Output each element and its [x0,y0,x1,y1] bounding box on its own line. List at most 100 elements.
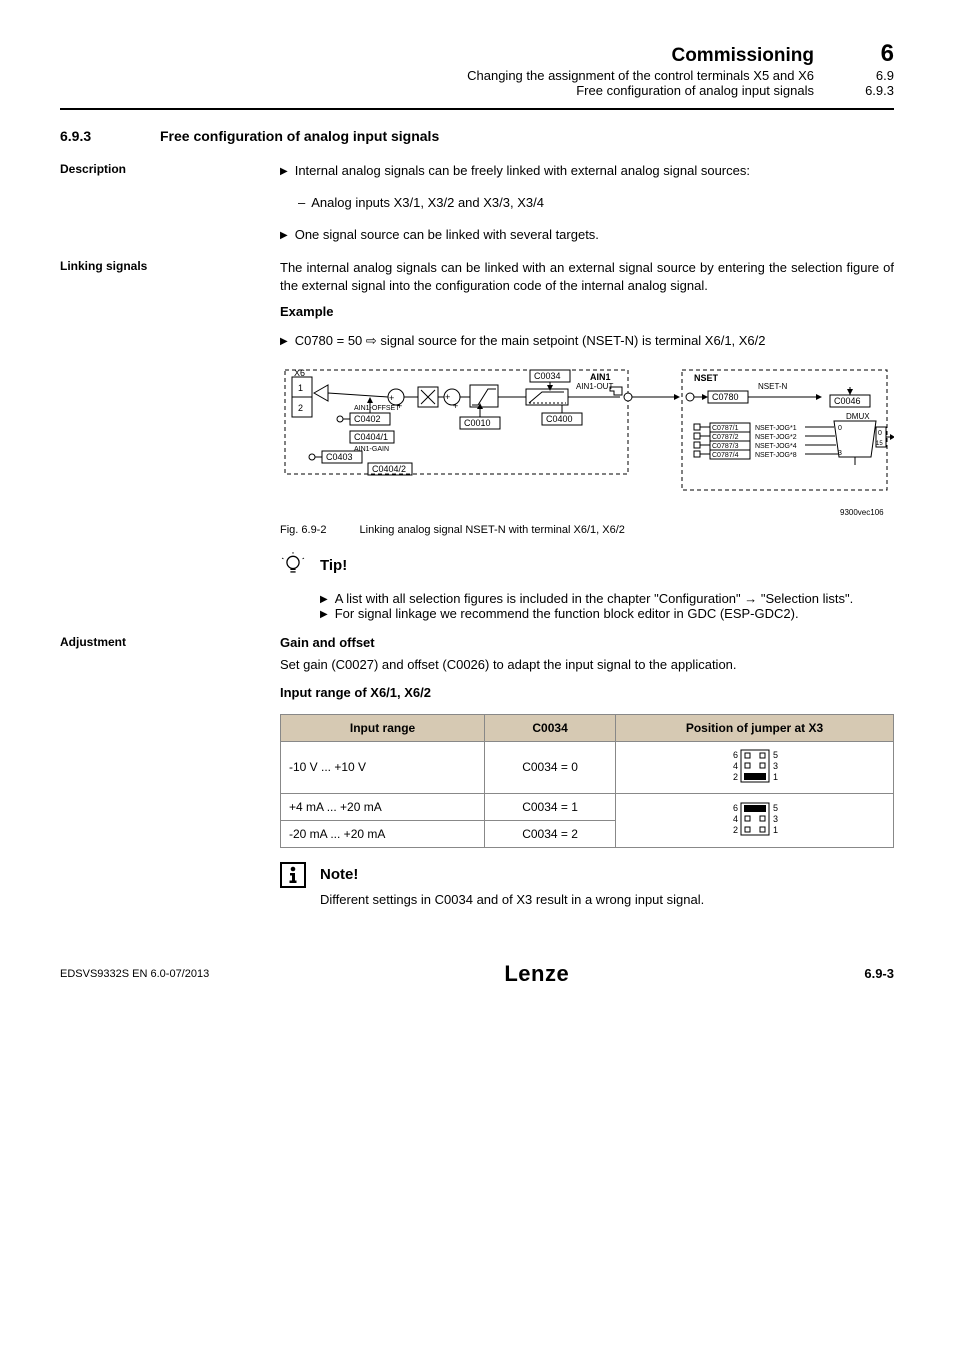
svg-text:6: 6 [733,750,738,760]
table-row: -10 V ... +10 V C0034 = 0 6 5 4 3 2 1 [281,741,894,793]
th-c0034: C0034 [485,714,616,741]
tip-block: Tip! A list with all selection figures i… [280,552,894,621]
fig-c04041: C0404/1 [354,432,388,442]
jumper-diagram-1: 6 5 4 3 2 1 [727,748,783,784]
fig-c04042: C0404/2 [372,464,406,474]
fig-j1: NSET-JOG*1 [755,425,797,432]
note-block: Note! Different settings in C0034 and of… [280,862,894,907]
fig-ain1offset: AIN1-OFFSET [354,405,400,412]
fig-n0: 0 [838,425,842,432]
label-description: Description [60,162,240,176]
figure-caption-text: Linking analog signal NSET-N with termin… [360,524,625,536]
fig-id: 9300vec106 [840,508,884,517]
fig-dmux: DMUX [846,412,870,421]
cell-r2-range: +4 mA ... +20 mA [281,793,485,820]
desc-bullet-1: Internal analog signals can be freely li… [280,162,894,181]
label-adjustment: Adjustment [60,635,240,649]
chapter-number: 6 [844,40,894,68]
example-heading: Example [280,304,894,319]
svg-text:+: + [389,393,394,403]
fig-c07874: C0787/4 [712,452,739,459]
lightbulb-icon [280,552,306,578]
fig-nsetn: NSET-N [758,382,788,391]
cell-r23-jumper: 65 43 21 [616,793,894,847]
figure-6-9-2: AIN1 X6 1 2 C0402 AIN1-OFFSET ++ C0404/1… [280,365,894,536]
fig-c07871: C0787/1 [712,425,739,432]
input-range-heading: Input range of X6/1, X6/2 [280,685,894,700]
page-number: 6.9-3 [864,966,894,981]
divider [60,108,894,110]
svg-text:+: + [445,392,450,402]
fig-c07873: C0787/3 [712,443,739,450]
cell-r2-c0034: C0034 = 1 [485,793,616,820]
section-number: 6.9.3 [60,128,160,144]
svg-text:4: 4 [733,814,738,824]
fig-c0402: C0402 [354,414,381,424]
figure-caption: Fig. 6.9-2 Linking analog signal NSET-N … [280,524,894,536]
figure-number: Fig. 6.9-2 [280,524,326,536]
cell-r3-c0034: C0034 = 2 [485,820,616,847]
fig-ain1gain: AIN1-GAIN [354,446,389,453]
input-range-table: Input range C0034 Position of jumper at … [280,714,894,848]
linking-p1: The internal analog signals can be linke… [280,259,894,297]
svg-text:5: 5 [773,750,778,760]
note-text: Different settings in C0034 and of X3 re… [320,892,894,907]
example-line: C0780 = 50 ⇨ signal source for the main … [280,332,894,351]
label-linking: Linking signals [60,259,240,273]
page-footer: EDSVS9332S EN 6.0-07/2013 Lenze 6.9-3 [0,961,954,997]
svg-text:1: 1 [298,383,303,393]
tip-bullet-1: A list with all selection figures is inc… [320,591,894,606]
linking-body: The internal analog signals can be linke… [280,259,894,352]
description-body: Internal analog signals can be freely li… [280,162,894,245]
cell-r1-c0034: C0034 = 0 [485,741,616,793]
th-range: Input range [281,714,485,741]
fig-j3: NSET-JOG*4 [755,443,797,450]
svg-text:6: 6 [733,803,738,813]
tip-bullet-2: For signal linkage we recommend the func… [320,606,894,621]
gain-offset-heading: Gain and offset [280,635,894,650]
svg-text:+: + [397,401,402,411]
table-row: +4 mA ... +20 mA C0034 = 1 65 43 21 [281,793,894,820]
svg-text:1: 1 [773,825,778,835]
fig-ain1: AIN1 [590,372,611,382]
header-sub2: Free configuration of analog input signa… [576,83,814,98]
desc-bullet-2: One signal source can be linked with sev… [280,226,894,245]
fig-c0400: C0400 [546,414,573,424]
gain-offset-p: Set gain (C0027) and offset (C0026) to a… [280,656,894,675]
section-heading: 6.9.3 Free configuration of analog input… [60,128,894,144]
svg-text:1: 1 [773,772,778,782]
desc-bullet-1a: Analog inputs X3/1, X3/2 and X3/3, X3/4 [298,194,894,213]
th-jumper: Position of jumper at X3 [616,714,894,741]
fig-c0010: C0010 [464,418,491,428]
fig-j2: NSET-JOG*2 [755,434,797,441]
svg-text:3: 3 [773,814,778,824]
svg-text:4: 4 [733,761,738,771]
fig-c0046: C0046 [834,396,861,406]
cell-r1-jumper: 6 5 4 3 2 1 [616,741,894,793]
footer-docid: EDSVS9332S EN 6.0-07/2013 [60,968,209,980]
header-sub1: Changing the assignment of the control t… [467,68,814,83]
note-heading: Note! [320,866,358,883]
header-sub1-num: 6.9 [844,68,894,83]
fig-15: 15 [876,441,883,447]
lenze-logo: Lenze [504,961,569,987]
fig-ain1out: AIN1-OUT [576,382,613,391]
fig-c0780: C0780 [712,392,739,402]
info-icon [280,862,306,888]
adjustment-body: Gain and offset Set gain (C0027) and off… [280,635,894,700]
fig-n3: 3 [838,450,842,457]
svg-text:2: 2 [733,825,738,835]
svg-text:2: 2 [733,772,738,782]
page-header: Commissioning 6 Changing the assignment … [60,40,894,98]
svg-text:3: 3 [773,761,778,771]
header-title: Commissioning [671,45,814,67]
svg-text:2: 2 [298,403,303,413]
fig-c0034: C0034 [534,371,561,381]
fig-c0403: C0403 [326,452,353,462]
section-title: Free configuration of analog input signa… [160,128,439,144]
header-sub2-num: 6.9.3 [844,83,894,98]
fig-j4: NSET-JOG*8 [755,452,797,459]
svg-text:+: + [453,401,458,411]
cell-r1-range: -10 V ... +10 V [281,741,485,793]
fig-c07872: C0787/2 [712,434,739,441]
